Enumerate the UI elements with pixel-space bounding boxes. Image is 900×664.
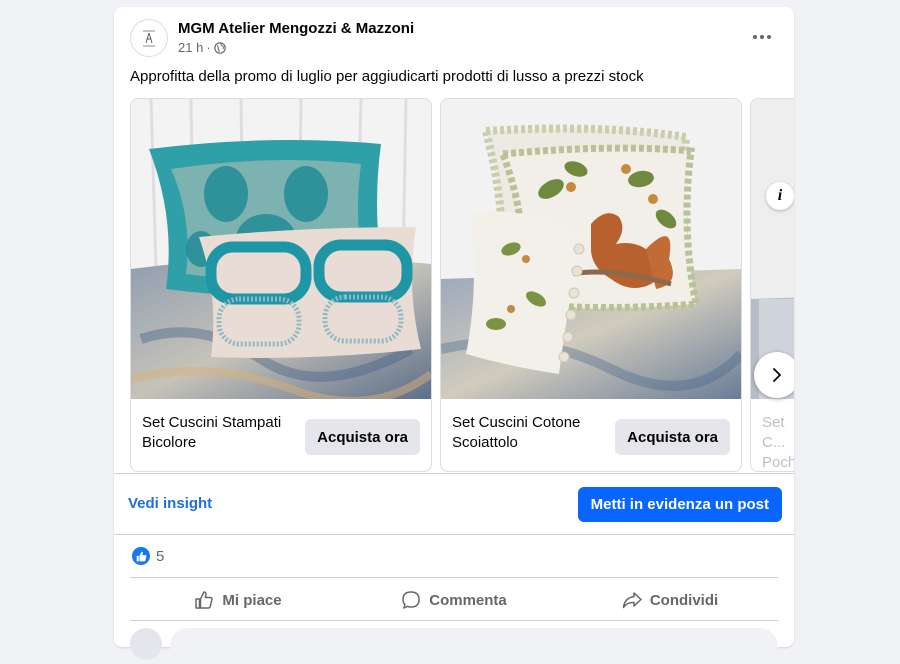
- commenter-avatar: [130, 628, 162, 660]
- chevron-right-icon: [773, 368, 781, 382]
- divider: [114, 534, 794, 535]
- view-insights-link[interactable]: Vedi insight: [128, 495, 212, 512]
- product-image-bicolore[interactable]: [131, 99, 431, 399]
- carousel-card[interactable]: Set C... Poch...: [750, 98, 794, 472]
- post-time[interactable]: 21 h: [178, 40, 203, 55]
- globe-icon: [213, 41, 226, 54]
- reactions-summary[interactable]: 5: [132, 547, 164, 565]
- comment-button[interactable]: Commenta: [346, 580, 562, 620]
- product-title[interactable]: Set Cuscini Stampati Bicolore: [142, 413, 302, 453]
- product-title[interactable]: Set C... Poch...: [762, 413, 794, 471]
- more-icon: [753, 35, 757, 39]
- comment-input[interactable]: [170, 628, 778, 664]
- carousel-card[interactable]: Set Cuscini Cotone Scoiattolo Acquista o…: [440, 98, 742, 472]
- buy-now-button[interactable]: Acquista ora: [305, 419, 420, 455]
- atelier-logo-icon: [135, 24, 163, 52]
- share-button[interactable]: Condividi: [562, 580, 778, 620]
- page-avatar[interactable]: [130, 19, 168, 57]
- carousel-card[interactable]: Set Cuscini Stampati Bicolore Acquista o…: [130, 98, 432, 472]
- product-title[interactable]: Set Cuscini Cotone Scoiattolo: [452, 413, 612, 453]
- page-name[interactable]: MGM Atelier Mengozzi & Mazzoni: [178, 20, 414, 37]
- carousel-next-button[interactable]: [754, 352, 794, 398]
- info-icon: i: [777, 187, 783, 204]
- divider: [130, 577, 778, 578]
- boost-post-button[interactable]: Metti in evidenza un post: [577, 487, 782, 522]
- post-actions: Mi piace Commenta Condividi: [130, 580, 778, 620]
- product-carousel: Set Cuscini Stampati Bicolore Acquista o…: [130, 98, 794, 473]
- post-text: Approfitta della promo di luglio per agg…: [130, 68, 644, 85]
- comment-icon: [402, 591, 420, 609]
- divider: [130, 620, 778, 621]
- share-icon: [622, 592, 642, 609]
- info-button[interactable]: i: [766, 182, 794, 210]
- divider: [114, 473, 794, 474]
- post-meta: 21 h ·: [178, 40, 226, 55]
- like-button[interactable]: Mi piace: [130, 580, 346, 620]
- product-image-scoiattolo[interactable]: [441, 99, 741, 399]
- post-card: MGM Atelier Mengozzi & Mazzoni 21 h · Ap…: [114, 7, 794, 664]
- like-reaction-icon: [132, 547, 150, 565]
- buy-now-button[interactable]: Acquista ora: [615, 419, 730, 455]
- more-options-button[interactable]: [748, 23, 776, 51]
- like-icon: [195, 591, 214, 609]
- reaction-count: 5: [156, 547, 165, 565]
